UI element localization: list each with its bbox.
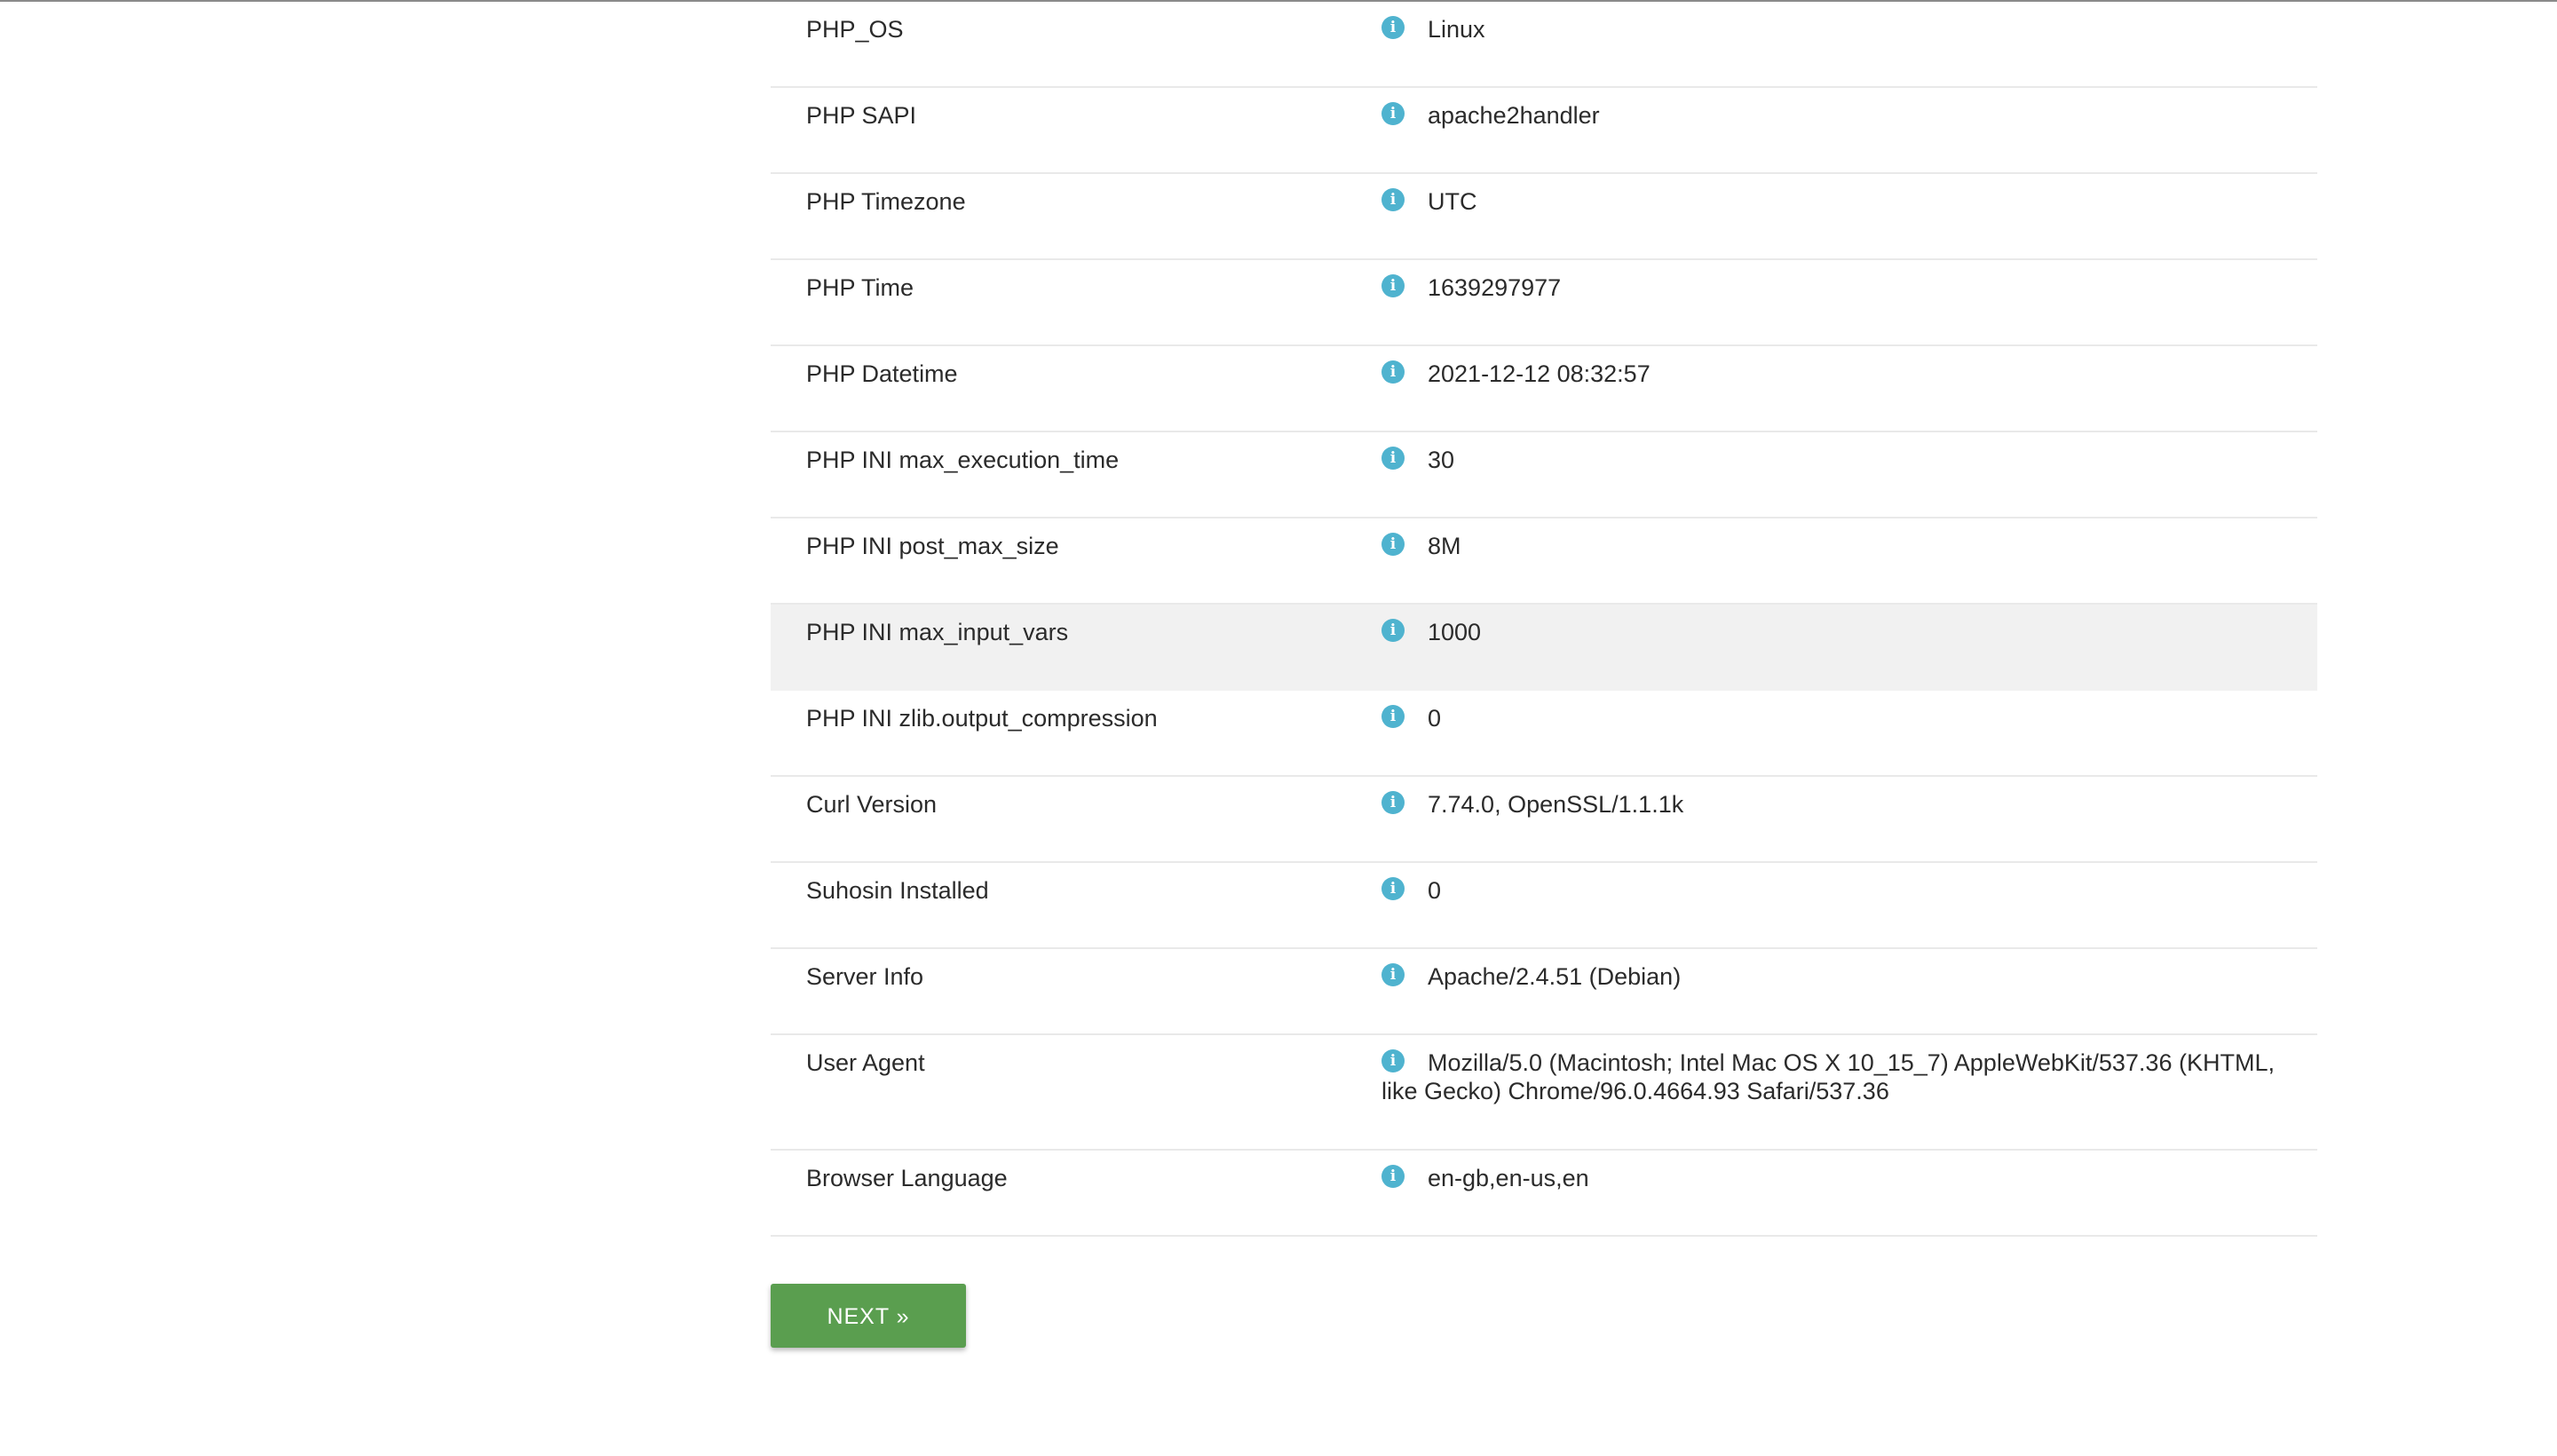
- row-value-cell: i Apache/2.4.51 (Debian): [1381, 962, 2317, 991]
- row-value: 8M: [1428, 533, 1461, 559]
- table-row: PHP_OS i Linux: [771, 2, 2317, 88]
- row-label: PHP_OS: [806, 16, 904, 43]
- row-value: 2021-12-12 08:32:57: [1428, 360, 1651, 387]
- row-label: PHP SAPI: [806, 102, 917, 129]
- row-value-cell: i 30: [1381, 446, 2317, 474]
- table-row: Browser Language i en-gb,en-us,en: [771, 1151, 2317, 1237]
- table-row: PHP Timezone i UTC: [771, 174, 2317, 260]
- row-value: en-gb,en-us,en: [1428, 1165, 1589, 1191]
- row-value-cell: i apache2handler: [1381, 101, 2317, 130]
- table-row: PHP INI max_execution_time i 30: [771, 432, 2317, 518]
- info-icon[interactable]: i: [1381, 447, 1405, 470]
- next-button[interactable]: NEXT »: [771, 1284, 966, 1348]
- info-icon[interactable]: i: [1381, 1165, 1405, 1188]
- row-value: Apache/2.4.51 (Debian): [1428, 963, 1682, 990]
- system-info-table: PHP_OS i Linux PHP SAPI i apache2handler P…: [771, 2, 2317, 1237]
- row-label: PHP Datetime: [806, 360, 958, 387]
- row-value: 0: [1428, 877, 1442, 904]
- row-label: PHP INI max_input_vars: [806, 619, 1069, 645]
- row-value-cell: i en-gb,en-us,en: [1381, 1164, 2317, 1192]
- row-value: 1000: [1428, 619, 1482, 645]
- row-value-cell: i 8M: [1381, 532, 2317, 560]
- system-info-container: PHP_OS i Linux PHP SAPI i apache2handler P…: [771, 2, 2317, 1237]
- row-value-cell: i Mozilla/5.0 (Macintosh; Intel Mac OS X …: [1381, 1048, 2317, 1105]
- row-value-cell: i 1639297977: [1381, 273, 2317, 302]
- row-value: UTC: [1428, 188, 1477, 215]
- row-label: Server Info: [806, 963, 924, 990]
- row-label: PHP INI max_execution_time: [806, 447, 1120, 473]
- info-icon[interactable]: i: [1381, 963, 1405, 986]
- row-label: Browser Language: [806, 1165, 1008, 1191]
- row-value: apache2handler: [1428, 102, 1600, 129]
- row-label: User Agent: [806, 1049, 925, 1076]
- info-icon[interactable]: i: [1381, 877, 1405, 900]
- info-icon[interactable]: i: [1381, 274, 1405, 297]
- table-row: Suhosin Installed i0: [771, 863, 2317, 949]
- info-icon[interactable]: i: [1381, 705, 1405, 728]
- row-value-cell: i Linux: [1381, 15, 2317, 44]
- row-value: Mozilla/5.0 (Macintosh; Intel Mac OS X 1…: [1381, 1049, 2275, 1104]
- info-icon[interactable]: i: [1381, 791, 1405, 814]
- table-row: PHP INI zlib.output_compression i0: [771, 691, 2317, 777]
- table-row: PHP Time i 1639297977: [771, 260, 2317, 346]
- table-row: PHP INI post_max_size i 8M: [771, 518, 2317, 605]
- table-row: PHP Datetime i 2021-12-12 08:32:57: [771, 346, 2317, 432]
- row-value-cell: i0: [1381, 876, 2317, 905]
- table-row-hovered: PHP INI max_input_vars i 1000: [771, 605, 2317, 691]
- row-label: PHP INI zlib.output_compression: [806, 705, 1158, 732]
- row-value: 7.74.0, OpenSSL/1.1.1k: [1428, 791, 1684, 818]
- row-value-cell: i 1000: [1381, 618, 2317, 646]
- table-row: User Agent i Mozilla/5.0 (Macintosh; Inte…: [771, 1035, 2317, 1151]
- row-value: 1639297977: [1428, 274, 1562, 301]
- table-row: Server Info i Apache/2.4.51 (Debian): [771, 949, 2317, 1035]
- row-label: Curl Version: [806, 791, 938, 818]
- row-label: PHP INI post_max_size: [806, 533, 1059, 559]
- row-value-cell: i 2021-12-12 08:32:57: [1381, 360, 2317, 388]
- row-label: PHP Time: [806, 274, 914, 301]
- row-value-cell: i UTC: [1381, 187, 2317, 216]
- row-value: 30: [1428, 447, 1455, 473]
- row-label: Suhosin Installed: [806, 877, 989, 904]
- row-value: 0: [1428, 705, 1442, 732]
- row-value: Linux: [1428, 16, 1485, 43]
- row-value-cell: i0: [1381, 704, 2317, 732]
- table-row: PHP SAPI i apache2handler: [771, 88, 2317, 174]
- info-icon[interactable]: i: [1381, 1049, 1405, 1072]
- info-icon[interactable]: i: [1381, 619, 1405, 642]
- info-icon[interactable]: i: [1381, 16, 1405, 39]
- info-icon[interactable]: i: [1381, 102, 1405, 125]
- info-icon[interactable]: i: [1381, 533, 1405, 556]
- row-label: PHP Timezone: [806, 188, 966, 215]
- info-icon[interactable]: i: [1381, 360, 1405, 384]
- row-value-cell: i 7.74.0, OpenSSL/1.1.1k: [1381, 790, 2317, 819]
- info-icon[interactable]: i: [1381, 188, 1405, 211]
- table-row: Curl Version i 7.74.0, OpenSSL/1.1.1k: [771, 777, 2317, 863]
